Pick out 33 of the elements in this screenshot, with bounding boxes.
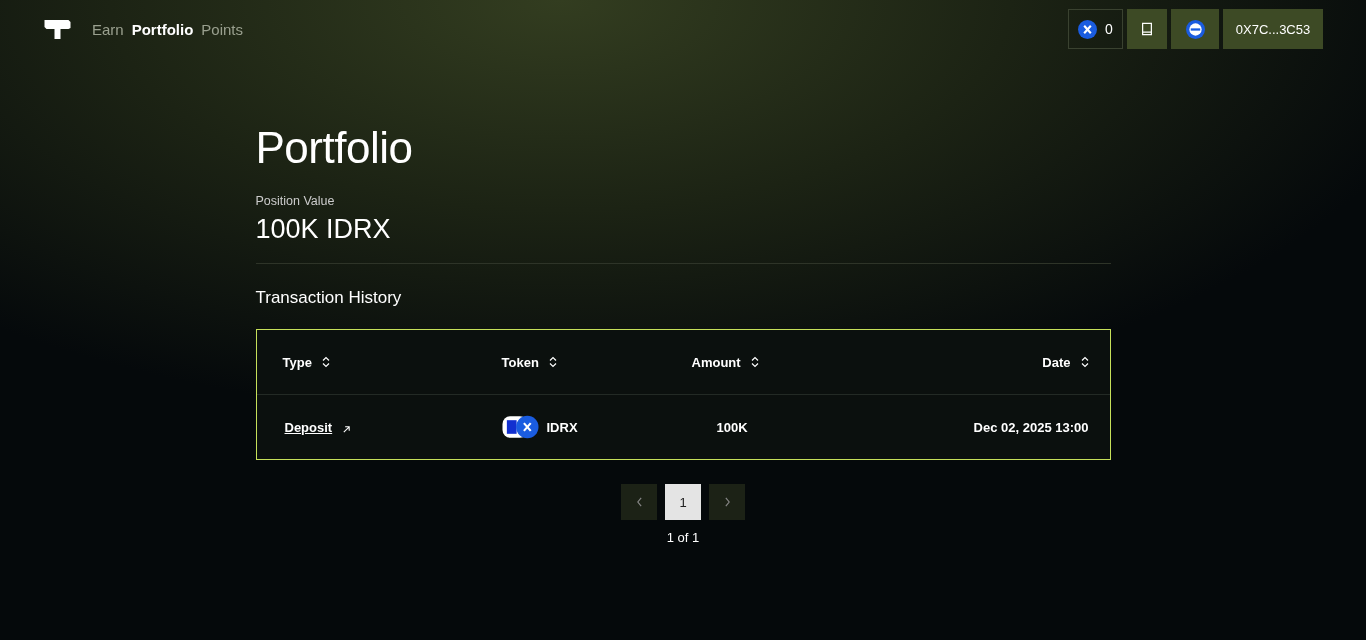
date-value: Dec 02, 2025 13:00: [973, 419, 1089, 435]
book-icon: [1140, 22, 1154, 36]
column-header[interactable]: Type: [282, 354, 312, 370]
sort-icon[interactable]: [548, 356, 557, 368]
external-link-icon[interactable]: [342, 424, 352, 434]
chevron-left-icon: [635, 497, 643, 507]
nav-link[interactable]: Portfolio: [131, 20, 194, 38]
logo-icon[interactable]: [43, 18, 72, 40]
column-header[interactable]: Date: [1042, 354, 1071, 370]
section-title: Transaction History: [255, 288, 403, 308]
minus-circle-icon: [1185, 19, 1205, 39]
position-value: 100K IDRX: [255, 214, 392, 245]
nav-link[interactable]: Points: [201, 20, 244, 38]
page-button[interactable]: 1: [665, 484, 701, 520]
page-title: Portfolio: [255, 122, 414, 174]
column-header[interactable]: Token: [501, 354, 539, 370]
page-summary: 1 of 1: [665, 530, 701, 545]
chevron-right-icon: [723, 497, 731, 507]
nav-link[interactable]: Earn: [92, 20, 124, 38]
points-button[interactable]: 0: [1068, 9, 1123, 49]
x-mark-icon: [1078, 19, 1098, 39]
sort-icon[interactable]: [750, 356, 759, 368]
book-button[interactable]: [1127, 9, 1167, 49]
sort-icon[interactable]: [321, 356, 330, 368]
transaction-link[interactable]: Deposit: [284, 419, 333, 435]
amount-value: 100K: [716, 419, 748, 435]
column-header[interactable]: Amount: [691, 354, 741, 370]
position-label: Position Value: [255, 194, 336, 208]
token-name: IDRX: [546, 419, 578, 435]
network-button[interactable]: [1171, 9, 1219, 49]
wallet-button[interactable]: 0X7C...3C53: [1223, 9, 1323, 49]
sort-icon[interactable]: [1080, 356, 1089, 368]
token-pair-icon: [501, 415, 539, 439]
